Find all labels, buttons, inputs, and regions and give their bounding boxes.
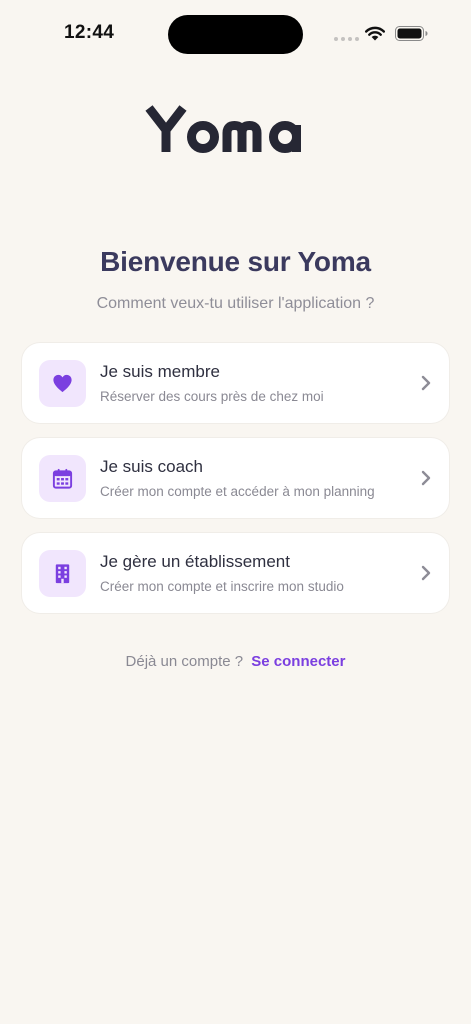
status-bar: 12:44	[0, 0, 471, 60]
login-prompt: Déjà un compte ?	[125, 653, 244, 670]
login-row: Déjà un compte ? Se connecter	[0, 653, 471, 670]
option-icon-box	[39, 360, 86, 407]
building-icon	[55, 564, 70, 584]
login-link[interactable]: Se connecter	[251, 653, 345, 670]
status-time: 12:44	[64, 22, 115, 43]
cellular-signal-icon	[334, 37, 359, 41]
option-description: Créer mon compte et inscrire mon studio	[100, 579, 344, 594]
welcome-subtitle: Comment veux-tu utiliser l'application ?	[96, 295, 375, 312]
heart-icon	[53, 374, 72, 393]
option-icon-box	[39, 550, 86, 597]
option-description: Réserver des cours près de chez moi	[100, 389, 324, 404]
chevron-right-icon	[421, 375, 431, 391]
option-title: Je gère un établissement	[100, 552, 290, 571]
option-description: Créer mon compte et accéder à mon planni…	[100, 484, 375, 499]
welcome-title: Bienvenue sur Yoma	[100, 246, 371, 277]
dynamic-island	[168, 15, 303, 54]
option-coach-card[interactable]: Je suis coach Créer mon compte et accéde…	[22, 438, 449, 518]
chevron-right-icon	[421, 565, 431, 581]
calendar-icon	[52, 468, 73, 489]
chevron-right-icon	[421, 470, 431, 486]
option-title: Je suis membre	[100, 362, 220, 381]
yoma-logo	[145, 105, 301, 153]
option-member-card[interactable]: Je suis membre Réserver des cours près d…	[22, 343, 449, 423]
option-icon-box	[39, 455, 86, 502]
wifi-icon	[365, 26, 385, 41]
battery-icon	[395, 26, 428, 41]
option-establishment-card[interactable]: Je gère un établissement Créer mon compt…	[22, 533, 449, 613]
option-title: Je suis coach	[100, 457, 203, 476]
